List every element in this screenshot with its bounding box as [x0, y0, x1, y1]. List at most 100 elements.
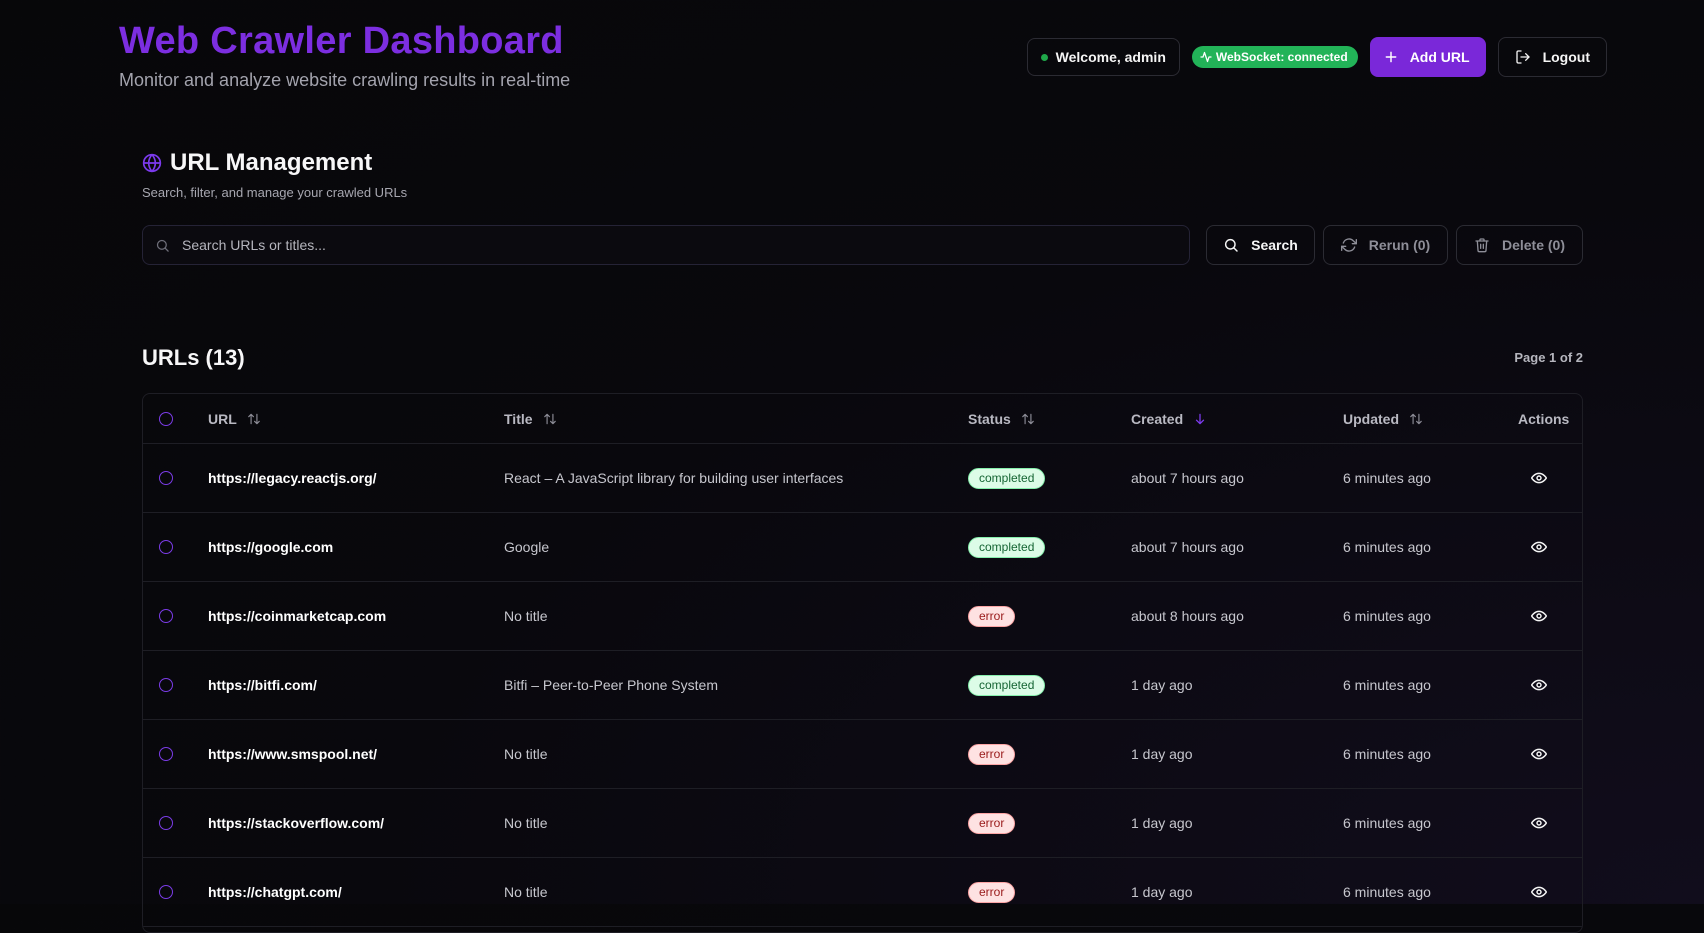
row-created: 1 day ago	[1131, 884, 1193, 900]
rerun-button-label: Rerun (0)	[1368, 237, 1431, 253]
status-badge: error	[968, 812, 1016, 834]
row-created: about 7 hours ago	[1131, 470, 1244, 486]
logout-label: Logout	[1542, 49, 1590, 65]
row-select-checkbox[interactable]	[159, 678, 173, 692]
search-icon	[1225, 238, 1238, 252]
view-details-button[interactable]	[1531, 582, 1547, 650]
view-details-button[interactable]	[1531, 651, 1547, 719]
status-badge: completed	[968, 536, 1046, 558]
table-row: https://www.smspool.net/No title error 1 d…	[143, 720, 1582, 789]
row-updated: 6 minutes ago	[1343, 470, 1431, 486]
row-url[interactable]: https://www.smspool.net/	[208, 720, 377, 788]
section-description: Search, filter, and manage your crawled …	[142, 185, 408, 200]
eye-icon	[1531, 815, 1547, 831]
view-details-button[interactable]	[1531, 513, 1547, 581]
urls-table: URL Title Status Created Updated Actions…	[142, 393, 1583, 933]
sort-icon	[1021, 413, 1034, 424]
column-label: Updated	[1343, 410, 1399, 427]
welcome-text: Welcome, admin	[1055, 49, 1166, 65]
add-url-button[interactable]: Add URL	[1369, 37, 1486, 77]
table-row: https://coinmarketcap.com No title error ab…	[143, 582, 1582, 651]
rerun-button[interactable]: Rerun (0)	[1323, 225, 1448, 265]
row-url[interactable]: https://coinmarketcap.com	[208, 582, 386, 650]
view-details-button[interactable]	[1531, 858, 1547, 926]
row-updated: 6 minutes ago	[1343, 677, 1431, 693]
view-details-button[interactable]	[1531, 720, 1547, 788]
row-select-checkbox[interactable]	[159, 747, 173, 761]
row-title: No title	[504, 884, 548, 900]
activity-icon	[1200, 51, 1212, 63]
status-badge: completed	[968, 467, 1046, 489]
search-icon	[156, 239, 169, 252]
status-badge: error	[968, 743, 1016, 765]
row-select-checkbox[interactable]	[159, 816, 173, 830]
sort-icon	[1410, 413, 1422, 424]
app-subtitle: Monitor and analyze website crawling res…	[119, 70, 571, 90]
view-details-button[interactable]	[1531, 789, 1547, 857]
online-status-dot	[1040, 53, 1048, 61]
row-updated: 6 minutes ago	[1343, 608, 1431, 624]
search-toolbar: Search Rerun (0) Delete (0)	[142, 225, 1583, 265]
row-select-checkbox[interactable]	[159, 471, 173, 485]
sort-icon	[543, 413, 556, 424]
sort-icon	[247, 413, 260, 424]
search-input[interactable]	[180, 236, 1084, 254]
plus-icon	[1385, 51, 1397, 63]
row-created: about 8 hours ago	[1131, 608, 1244, 624]
websocket-status-badge: WebSocket: connected	[1191, 46, 1358, 68]
eye-icon	[1531, 884, 1547, 900]
row-updated: 6 minutes ago	[1343, 539, 1431, 555]
websocket-status-text: WebSocket: connected	[1215, 50, 1348, 64]
row-select-checkbox[interactable]	[159, 609, 173, 623]
delete-button-label: Delete (0)	[1501, 237, 1566, 253]
row-url[interactable]: https://chatgpt.com/	[208, 858, 342, 926]
column-label: URL	[208, 410, 237, 427]
column-header-status[interactable]: Status	[968, 394, 1035, 443]
add-url-label: Add URL	[1409, 49, 1470, 65]
urls-header: URLs (13) Page 1 of 2	[142, 345, 1583, 371]
row-updated: 6 minutes ago	[1343, 815, 1431, 831]
table-row: https://google.com Google completed about 7…	[143, 513, 1582, 582]
search-field	[142, 225, 1190, 265]
table-header-row: URL Title Status Created Updated Actions	[143, 394, 1582, 444]
column-label: Actions	[1518, 410, 1570, 427]
row-title: No title	[504, 746, 548, 762]
column-header-title[interactable]: Title	[504, 394, 557, 443]
delete-button[interactable]: Delete (0)	[1456, 225, 1583, 265]
row-url[interactable]: https://stackoverflow.com/	[208, 789, 384, 857]
row-created: 1 day ago	[1131, 815, 1193, 831]
eye-icon	[1531, 746, 1547, 762]
column-header-created[interactable]: Created	[1131, 394, 1207, 443]
search-button[interactable]: Search	[1206, 225, 1315, 265]
app-header: Web Crawler Dashboard Monitor and analyz…	[119, 18, 570, 91]
column-header-url[interactable]: URL	[208, 394, 261, 443]
eye-icon	[1531, 539, 1547, 555]
status-badge: error	[968, 605, 1016, 627]
column-label: Title	[504, 410, 533, 427]
row-url[interactable]: https://bitfi.com/	[208, 651, 317, 719]
row-created: about 7 hours ago	[1131, 539, 1244, 555]
table-row: https://chatgpt.com/No title error 1 day a…	[143, 858, 1582, 927]
logout-button[interactable]: Logout	[1497, 37, 1607, 77]
select-all-checkbox[interactable]	[159, 411, 173, 426]
row-title: No title	[504, 608, 548, 624]
row-url[interactable]: https://google.com	[208, 513, 333, 581]
arrow-down-icon	[1195, 413, 1205, 424]
column-header-actions: Actions	[1518, 394, 1569, 443]
refresh-icon	[1340, 238, 1357, 252]
column-header-updated[interactable]: Updated	[1343, 394, 1423, 443]
logout-icon	[1515, 50, 1530, 64]
page-indicator: Page 1 of 2	[1514, 350, 1583, 365]
row-url[interactable]: https://legacy.reactjs.org/	[208, 444, 377, 512]
row-updated: 6 minutes ago	[1343, 884, 1431, 900]
row-title: No title	[504, 815, 548, 831]
eye-icon	[1531, 677, 1547, 693]
eye-icon	[1531, 470, 1547, 486]
row-select-checkbox[interactable]	[159, 885, 173, 899]
row-title: Bitfi – Peer-to-Peer Phone System	[504, 677, 718, 693]
app-title: Web Crawler Dashboard	[119, 20, 564, 62]
section-title: URL Management	[170, 149, 373, 176]
view-details-button[interactable]	[1531, 444, 1547, 512]
table-row: https://stackoverflow.com/No title error 1…	[143, 789, 1582, 858]
row-select-checkbox[interactable]	[159, 540, 173, 554]
